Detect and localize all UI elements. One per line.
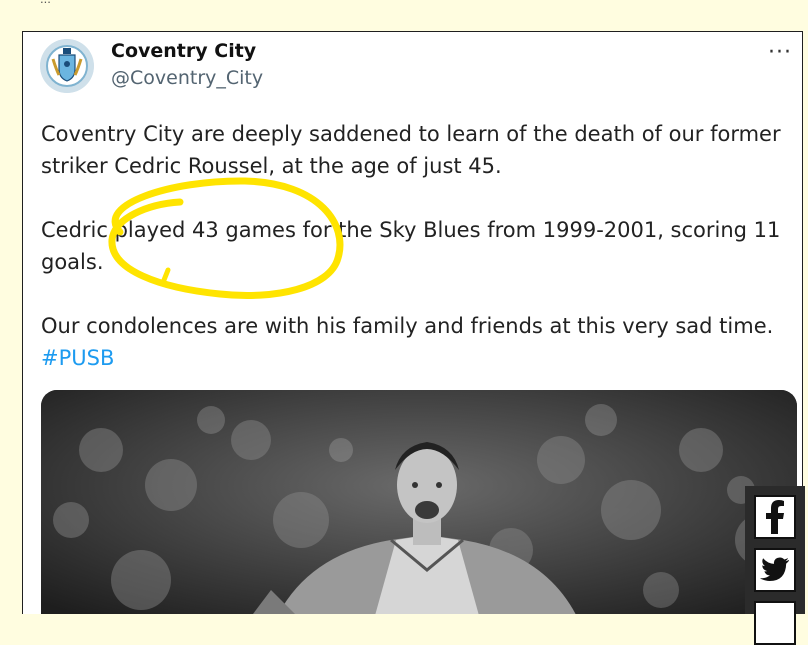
twitter-share-button[interactable] <box>754 548 796 592</box>
embedded-tweet: Coventry City @Coventry_City ··· Coventr… <box>22 31 803 614</box>
account-name[interactable]: Coventry City <box>111 40 256 62</box>
article-text-fragment: ... <box>0 0 808 8</box>
tweet-photo[interactable] <box>41 390 797 614</box>
share-button-partial[interactable] <box>754 601 796 645</box>
hashtag-link[interactable]: #PUSB <box>41 346 114 370</box>
player-photo <box>41 390 797 614</box>
facebook-share-button[interactable] <box>754 495 796 539</box>
more-options-button[interactable]: ··· <box>768 40 792 65</box>
share-bar <box>745 486 805 645</box>
club-crest-icon <box>40 39 94 93</box>
twitter-icon <box>760 557 789 581</box>
tweet-paragraph-1: Coventry City are deeply saddened to lea… <box>41 122 781 178</box>
tweet-paragraph-3-text: Our condolences are with his family and … <box>41 314 774 338</box>
facebook-icon <box>766 500 784 534</box>
tweet-paragraph-3: Our condolences are with his family and … <box>41 310 781 374</box>
avatar[interactable] <box>40 39 94 93</box>
tweet-paragraph-2: Cedric played 43 games for the Sky Blues… <box>41 218 781 274</box>
account-handle[interactable]: @Coventry_City <box>111 67 263 89</box>
